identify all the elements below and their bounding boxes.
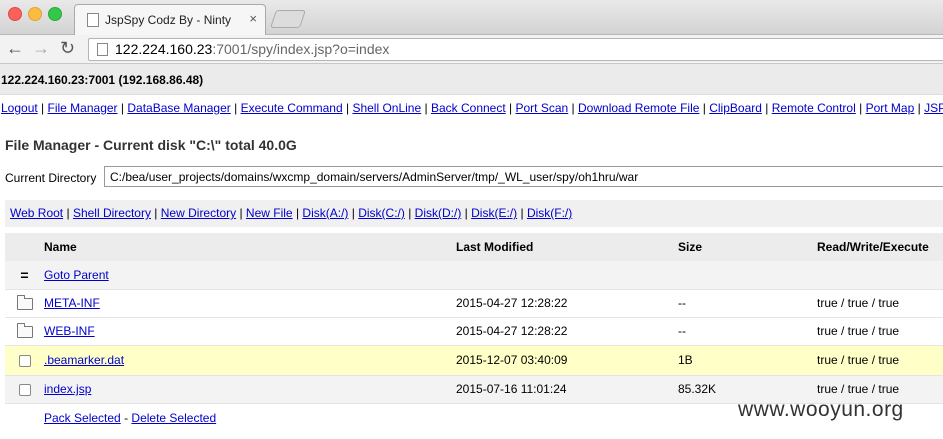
menu-back-connect[interactable]: Back Connect	[431, 101, 506, 115]
new-file-link[interactable]: New File	[246, 206, 293, 220]
page-title: File Manager - Current disk "C:\" total …	[5, 137, 297, 153]
header-size: Size	[678, 240, 703, 254]
header-select	[5, 233, 44, 261]
browser-toolbar: ← → ↻ 122.224.160.23:7001/spy/index.jsp?…	[0, 35, 943, 64]
disk-d-link[interactable]: Disk(D:/)	[415, 206, 462, 220]
page-icon	[87, 13, 99, 27]
current-directory-input[interactable]	[104, 166, 943, 187]
file-name-link[interactable]: WEB-INF	[44, 324, 95, 338]
file-permissions: true / true / true	[817, 353, 900, 367]
table-row: .beamarker.dat 2015-12-07 03:40:09 1B tr…	[5, 345, 943, 375]
new-tab-button[interactable]	[270, 10, 306, 28]
new-directory-link[interactable]: New Directory	[161, 206, 236, 220]
host-bar: 122.224.160.23:7001 (192.168.86.48)	[0, 64, 943, 95]
pack-selected-link[interactable]: Pack Selected	[44, 411, 121, 425]
address-bar[interactable]: 122.224.160.23:7001/spy/index.jsp?o=inde…	[88, 38, 943, 61]
table-header: Name Last Modified Size Read/Write/Execu…	[5, 233, 943, 261]
table-row: WEB-INF 2015-04-27 12:28:22 -- true / tr…	[5, 317, 943, 345]
file-modified: 2015-04-27 12:28:22	[456, 296, 568, 310]
header-modified: Last Modified	[456, 240, 534, 254]
url-host: 122.224.160.23	[115, 41, 213, 57]
table-row: META-INF 2015-04-27 12:28:22 -- true / t…	[5, 289, 943, 317]
header-permissions: Read/Write/Execute	[817, 240, 929, 254]
table-row: = Goto Parent	[5, 261, 943, 289]
maximize-window-button[interactable]	[48, 7, 62, 21]
folder-icon	[16, 322, 33, 338]
minimize-window-button[interactable]	[28, 7, 42, 21]
shell-directory-link[interactable]: Shell Directory	[73, 206, 151, 220]
back-icon[interactable]: ←	[6, 38, 24, 58]
file-permissions: true / true / true	[817, 324, 900, 338]
tab-title: JspSpy Codz By - Ninty	[105, 13, 232, 27]
menu-database-manager[interactable]: DataBase Manager	[127, 101, 230, 115]
file-modified: 2015-07-16 11:01:24	[456, 382, 567, 396]
file-table: Name Last Modified Size Read/Write/Execu…	[5, 233, 943, 404]
header-name: Name	[44, 240, 77, 254]
disk-c-link[interactable]: Disk(C:/)	[358, 206, 405, 220]
menu-shell-online[interactable]: Shell OnLine	[352, 101, 421, 115]
browser-titlebar: JspSpy Codz By - Ninty ×	[0, 0, 943, 35]
forward-icon[interactable]: →	[32, 38, 50, 58]
file-size: --	[678, 296, 686, 310]
file-name-link[interactable]: META-INF	[44, 296, 100, 310]
disk-e-link[interactable]: Disk(E:/)	[471, 206, 517, 220]
menu-remote-control[interactable]: Remote Control	[772, 101, 856, 115]
tab-close-icon[interactable]: ×	[249, 11, 257, 26]
menu-jsp[interactable]: JSP	[924, 101, 943, 115]
menu-execute-command[interactable]: Execute Command	[241, 101, 343, 115]
file-size: 1B	[678, 353, 693, 367]
file-checkbox[interactable]	[18, 354, 31, 367]
file-size: --	[678, 324, 686, 338]
file-checkbox[interactable]	[18, 383, 31, 396]
menu-file-manager[interactable]: File Manager	[48, 101, 118, 115]
file-name-link[interactable]: index.jsp	[44, 382, 91, 396]
menu-logout[interactable]: Logout	[1, 101, 38, 115]
menu-download-remote-file[interactable]: Download Remote File	[578, 101, 699, 115]
url-path: :7001/spy/index.jsp?o=index	[212, 41, 390, 57]
disk-f-link[interactable]: Disk(F:/)	[527, 206, 572, 220]
disk-bar: Web Root | Shell Directory | New Directo…	[5, 200, 943, 227]
goto-parent-link[interactable]: Goto Parent	[44, 268, 109, 282]
close-window-button[interactable]	[8, 7, 22, 21]
menu-port-map[interactable]: Port Map	[866, 101, 915, 115]
main-menu: Logout | File Manager | DataBase Manager…	[1, 101, 943, 115]
actions-separator: -	[124, 411, 129, 425]
disk-a-link[interactable]: Disk(A:/)	[302, 206, 348, 220]
host-info: 122.224.160.23:7001 (192.168.86.48)	[1, 73, 204, 87]
menu-clipboard[interactable]: ClipBoard	[709, 101, 762, 115]
reload-icon[interactable]: ↻	[60, 38, 75, 58]
current-directory-label: Current Directory	[5, 171, 97, 185]
url-text: 122.224.160.23:7001/spy/index.jsp?o=inde…	[115, 41, 389, 57]
file-permissions: true / true / true	[817, 296, 900, 310]
parent-dir-icon: =	[20, 266, 29, 283]
menu-port-scan[interactable]: Port Scan	[516, 101, 569, 115]
web-root-link[interactable]: Web Root	[10, 206, 63, 220]
disk-links: Web Root | Shell Directory | New Directo…	[10, 206, 573, 220]
folder-icon	[16, 294, 33, 310]
file-modified: 2015-04-27 12:28:22	[456, 324, 568, 338]
file-name-link[interactable]: .beamarker.dat	[44, 353, 124, 367]
page-icon	[97, 43, 108, 56]
file-modified: 2015-12-07 03:40:09	[456, 353, 568, 367]
watermark: www.wooyun.org	[738, 398, 904, 421]
bulk-actions: Pack Selected - Delete Selected	[44, 411, 216, 425]
browser-tab[interactable]: JspSpy Codz By - Ninty ×	[74, 4, 266, 35]
delete-selected-link[interactable]: Delete Selected	[131, 411, 216, 425]
